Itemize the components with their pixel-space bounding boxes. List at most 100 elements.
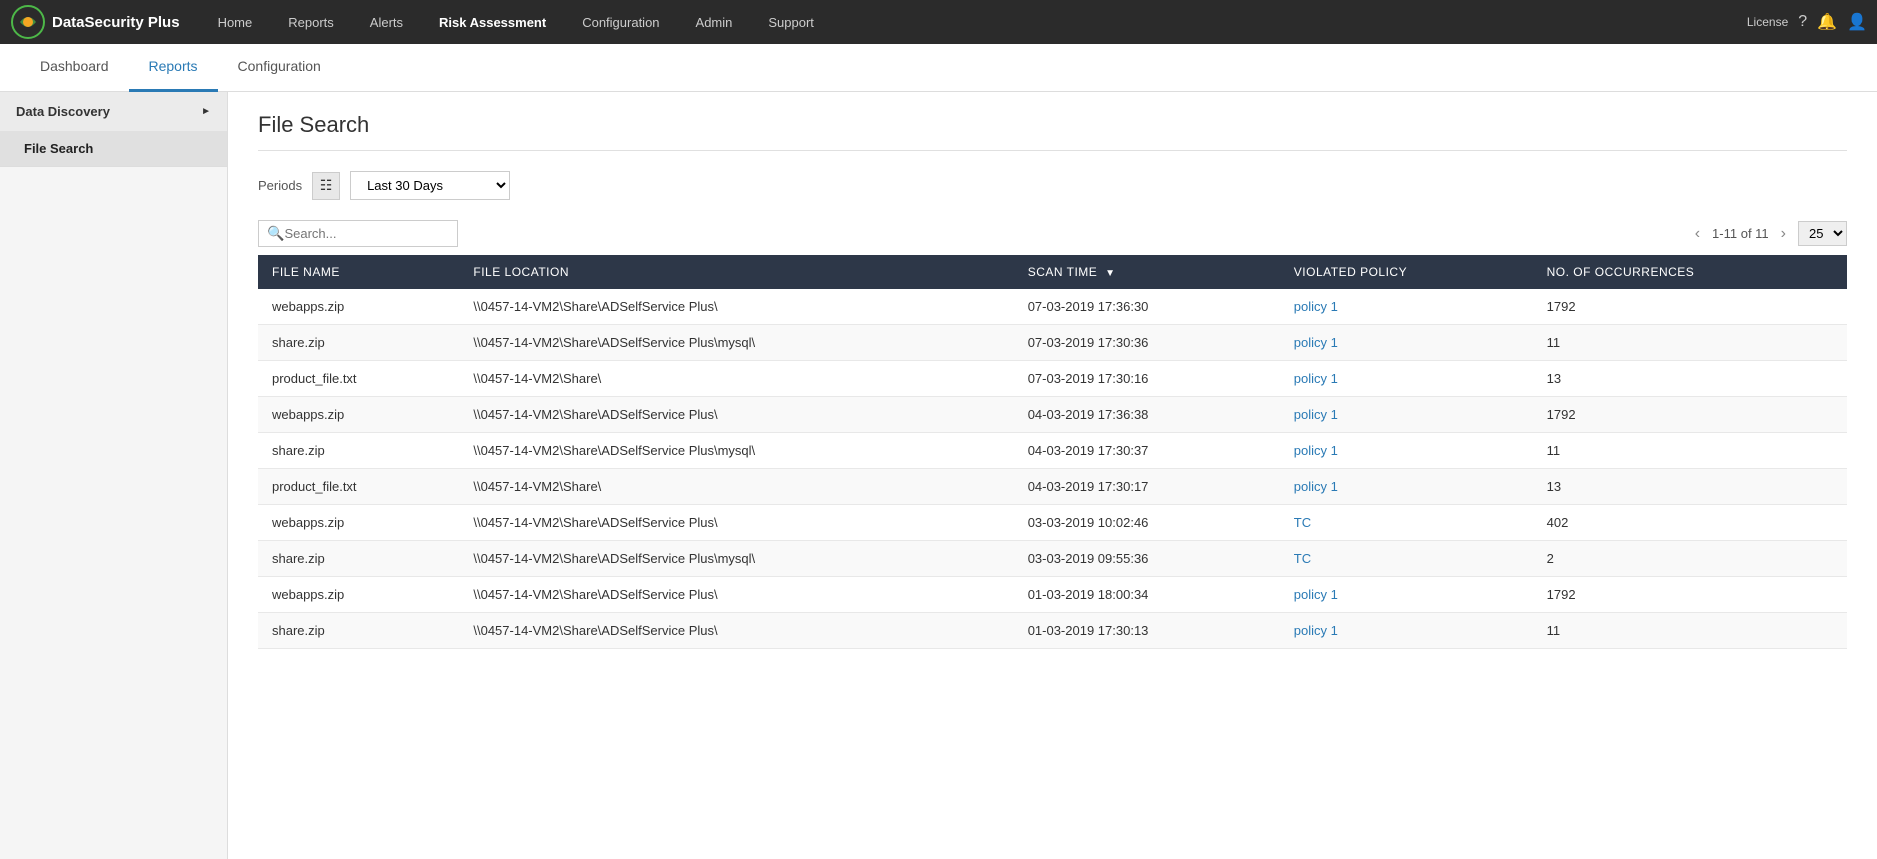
col-violated-policy: VIOLATED POLICY (1280, 255, 1533, 289)
col-scan-time[interactable]: SCAN TIME ▼ (1014, 255, 1280, 289)
cell-file-location: \\0457-14-VM2\Share\ADSelfService Plus\m… (459, 433, 1013, 469)
subnav-reports[interactable]: Reports (129, 44, 218, 92)
cell-file-name: webapps.zip (258, 397, 459, 433)
brand-name: DataSecurity Plus (52, 14, 180, 31)
cell-file-location: \\0457-14-VM2\Share\ (459, 361, 1013, 397)
table-row[interactable]: webapps.zip \\0457-14-VM2\Share\ADSelfSe… (258, 397, 1847, 433)
cell-file-location: \\0457-14-VM2\Share\ADSelfService Plus\ (459, 613, 1013, 649)
top-nav-right: License ? 🔔 👤 (1747, 12, 1867, 32)
subnav-configuration[interactable]: Configuration (218, 44, 341, 92)
nav-risk-assessment[interactable]: Risk Assessment (421, 0, 564, 44)
col-file-name: FILE NAME (258, 255, 459, 289)
periods-select[interactable]: Last 30 Days (350, 171, 510, 200)
page-title: File Search (258, 112, 1847, 151)
cell-occurrences: 402 (1533, 505, 1847, 541)
table-body: webapps.zip \\0457-14-VM2\Share\ADSelfSe… (258, 289, 1847, 649)
nav-home[interactable]: Home (200, 0, 271, 44)
search-input[interactable] (284, 226, 449, 241)
data-table: FILE NAME FILE LOCATION SCAN TIME ▼ VIOL… (258, 255, 1847, 649)
chevron-right-icon: ► (201, 106, 211, 117)
table-row[interactable]: share.zip \\0457-14-VM2\Share\ADSelfServ… (258, 325, 1847, 361)
cell-file-name: webapps.zip (258, 577, 459, 613)
cell-occurrences: 13 (1533, 361, 1847, 397)
sidebar-group-header-data-discovery[interactable]: Data Discovery ► (0, 92, 227, 131)
table-row[interactable]: product_file.txt \\0457-14-VM2\Share\ 04… (258, 469, 1847, 505)
prev-page-button[interactable]: ‹ (1691, 225, 1704, 243)
table-header: FILE NAME FILE LOCATION SCAN TIME ▼ VIOL… (258, 255, 1847, 289)
cell-violated-policy: policy 1 (1280, 433, 1533, 469)
sidebar-item-file-search[interactable]: File Search (0, 131, 227, 166)
cell-scan-time: 07-03-2019 17:36:30 (1014, 289, 1280, 325)
next-page-button[interactable]: › (1777, 225, 1790, 243)
nav-admin[interactable]: Admin (678, 0, 751, 44)
license-link[interactable]: License (1747, 15, 1788, 29)
cell-scan-time: 04-03-2019 17:30:37 (1014, 433, 1280, 469)
nav-alerts[interactable]: Alerts (352, 0, 421, 44)
cell-violated-policy: TC (1280, 505, 1533, 541)
cell-file-name: product_file.txt (258, 469, 459, 505)
cell-scan-time: 07-03-2019 17:30:36 (1014, 325, 1280, 361)
cell-violated-policy: policy 1 (1280, 289, 1533, 325)
cell-file-location: \\0457-14-VM2\Share\ADSelfService Plus\m… (459, 541, 1013, 577)
col-file-location: FILE LOCATION (459, 255, 1013, 289)
cell-occurrences: 13 (1533, 469, 1847, 505)
nav-reports[interactable]: Reports (270, 0, 352, 44)
main-content: File Search Periods ☷ Last 30 Days 🔍 ‹ 1… (228, 92, 1877, 859)
cell-violated-policy: policy 1 (1280, 325, 1533, 361)
user-icon[interactable]: 👤 (1847, 12, 1867, 32)
nav-configuration[interactable]: Configuration (564, 0, 677, 44)
search-icon: 🔍 (267, 225, 284, 242)
cell-scan-time: 07-03-2019 17:30:16 (1014, 361, 1280, 397)
cell-file-location: \\0457-14-VM2\Share\ADSelfService Plus\m… (459, 325, 1013, 361)
subnav-dashboard[interactable]: Dashboard (20, 44, 129, 92)
cell-occurrences: 11 (1533, 613, 1847, 649)
cell-violated-policy: policy 1 (1280, 613, 1533, 649)
cell-violated-policy: TC (1280, 541, 1533, 577)
table-header-row: FILE NAME FILE LOCATION SCAN TIME ▼ VIOL… (258, 255, 1847, 289)
periods-row: Periods ☷ Last 30 Days (258, 171, 1847, 200)
table-row[interactable]: share.zip \\0457-14-VM2\Share\ADSelfServ… (258, 433, 1847, 469)
cell-occurrences: 2 (1533, 541, 1847, 577)
cell-scan-time: 04-03-2019 17:30:17 (1014, 469, 1280, 505)
cell-file-name: share.zip (258, 613, 459, 649)
cell-file-name: webapps.zip (258, 289, 459, 325)
periods-label: Periods (258, 178, 302, 193)
cell-violated-policy: policy 1 (1280, 469, 1533, 505)
table-row[interactable]: share.zip \\0457-14-VM2\Share\ADSelfServ… (258, 613, 1847, 649)
cell-violated-policy: policy 1 (1280, 361, 1533, 397)
cell-file-name: webapps.zip (258, 505, 459, 541)
cell-violated-policy: policy 1 (1280, 397, 1533, 433)
top-navigation: DataSecurity Plus Home Reports Alerts Ri… (0, 0, 1877, 44)
pagination-info: 1-11 of 11 (1712, 226, 1769, 241)
cell-file-location: \\0457-14-VM2\Share\ (459, 469, 1013, 505)
brand-icon (10, 4, 46, 40)
help-icon[interactable]: ? (1798, 13, 1807, 31)
cell-occurrences: 1792 (1533, 289, 1847, 325)
page-size-select[interactable]: 25 (1798, 221, 1847, 246)
cell-file-location: \\0457-14-VM2\Share\ADSelfService Plus\ (459, 397, 1013, 433)
calendar-icon[interactable]: ☷ (312, 172, 340, 200)
table-row[interactable]: webapps.zip \\0457-14-VM2\Share\ADSelfSe… (258, 505, 1847, 541)
notification-icon[interactable]: 🔔 (1817, 12, 1837, 32)
cell-scan-time: 01-03-2019 17:30:13 (1014, 613, 1280, 649)
nav-support[interactable]: Support (750, 0, 832, 44)
table-row[interactable]: webapps.zip \\0457-14-VM2\Share\ADSelfSe… (258, 577, 1847, 613)
col-occurrences: NO. OF OCCURRENCES (1533, 255, 1847, 289)
table-row[interactable]: share.zip \\0457-14-VM2\Share\ADSelfServ… (258, 541, 1847, 577)
cell-occurrences: 11 (1533, 433, 1847, 469)
table-search-box[interactable]: 🔍 (258, 220, 458, 247)
sidebar-group-data-discovery: Data Discovery ► File Search (0, 92, 227, 167)
cell-file-name: share.zip (258, 433, 459, 469)
sidebar-group-label: Data Discovery (16, 104, 110, 119)
cell-occurrences: 1792 (1533, 397, 1847, 433)
cell-file-name: share.zip (258, 325, 459, 361)
sort-icon: ▼ (1105, 268, 1115, 279)
table-toolbar: 🔍 ‹ 1-11 of 11 › 25 (258, 220, 1847, 247)
cell-scan-time: 03-03-2019 09:55:36 (1014, 541, 1280, 577)
table-row[interactable]: product_file.txt \\0457-14-VM2\Share\ 07… (258, 361, 1847, 397)
cell-scan-time: 01-03-2019 18:00:34 (1014, 577, 1280, 613)
table-row[interactable]: webapps.zip \\0457-14-VM2\Share\ADSelfSe… (258, 289, 1847, 325)
cell-scan-time: 03-03-2019 10:02:46 (1014, 505, 1280, 541)
cell-file-location: \\0457-14-VM2\Share\ADSelfService Plus\ (459, 505, 1013, 541)
pagination-controls: ‹ 1-11 of 11 › 25 (1691, 221, 1847, 246)
